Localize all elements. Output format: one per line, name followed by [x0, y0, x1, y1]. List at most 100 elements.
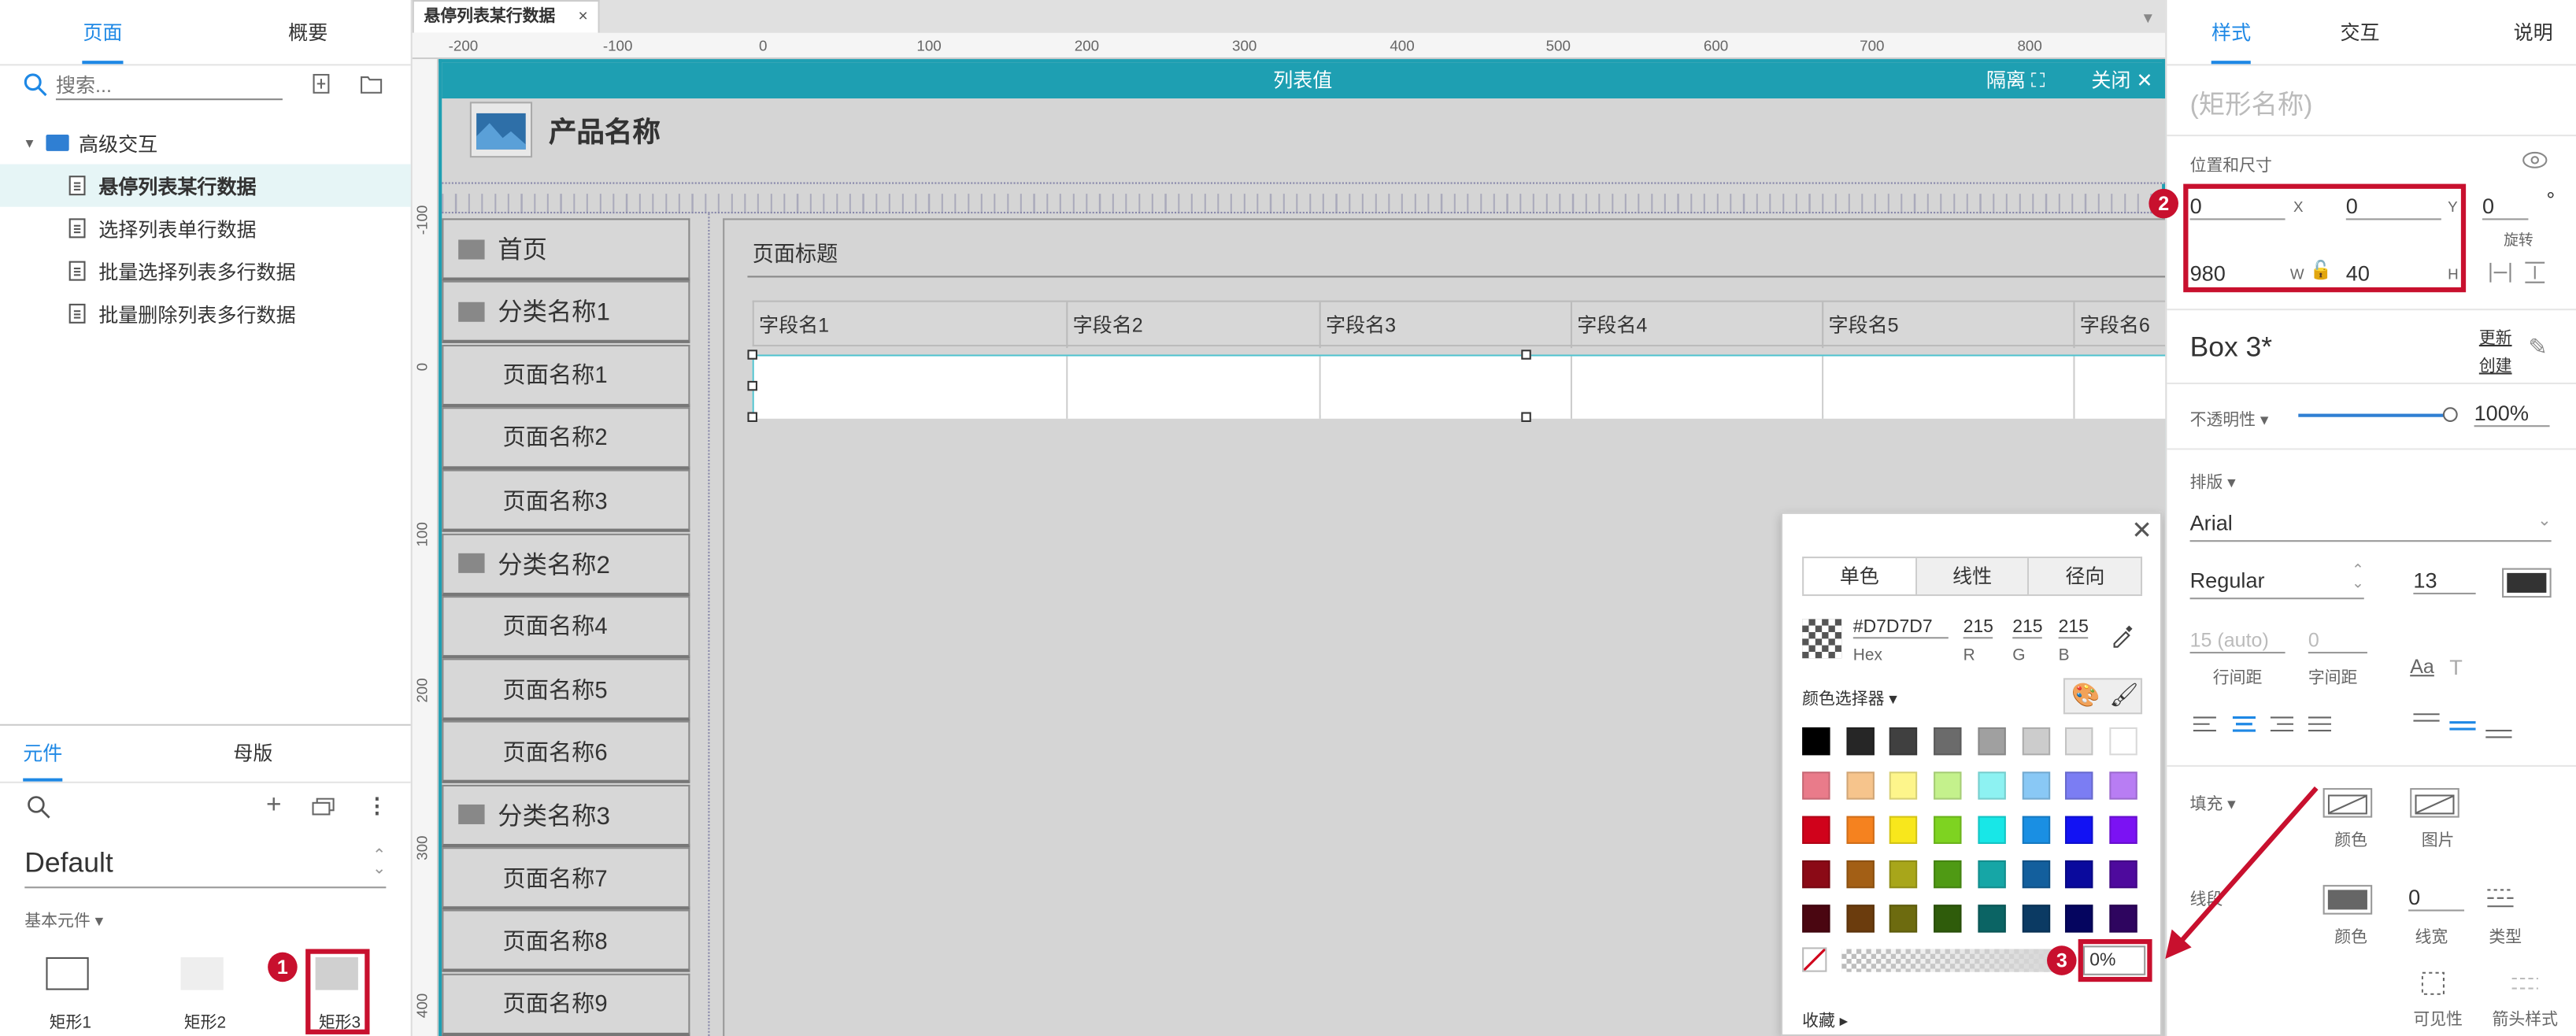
eyedropper-icon[interactable]: [2109, 622, 2135, 648]
color-swatch[interactable]: [2109, 727, 2137, 756]
color-swatch[interactable]: [1802, 860, 1830, 889]
align-justify-icon[interactable]: [2308, 716, 2332, 735]
close-tab-icon[interactable]: ×: [579, 8, 588, 26]
edit-style-icon[interactable]: ✎: [2528, 333, 2547, 361]
g-input[interactable]: 215: [2012, 617, 2043, 639]
widget-search-icon[interactable]: [26, 794, 50, 819]
color-swatch[interactable]: [1934, 771, 1962, 800]
color-swatch[interactable]: [1934, 816, 1962, 844]
column-header[interactable]: 字段名1: [754, 302, 1068, 349]
nav-page-item[interactable]: 页面名称1: [442, 344, 690, 407]
text-style-icon[interactable]: T: [2449, 655, 2463, 679]
tree-page-item[interactable]: 批量选择列表多行数据: [0, 250, 411, 292]
hex-input[interactable]: #D7D7D7: [1852, 617, 1949, 639]
library-select[interactable]: Default ⌃ ⌄: [24, 847, 386, 889]
rotation-input[interactable]: 0: [2482, 194, 2529, 220]
color-swatch[interactable]: [2109, 771, 2137, 800]
color-swatch[interactable]: [1977, 727, 2006, 756]
nav-page-item[interactable]: 页面名称6: [442, 721, 690, 784]
font-family-select[interactable]: Arial ⌄: [2189, 509, 2552, 542]
favorites-section[interactable]: 收藏 ▸: [1802, 1006, 1848, 1031]
border-type-icon[interactable]: [2487, 888, 2514, 908]
add-library-icon[interactable]: +: [266, 791, 281, 821]
fill-color-swatch[interactable]: [2322, 788, 2373, 818]
nav-page-item[interactable]: 页面名称3: [442, 469, 690, 533]
color-swatch[interactable]: [1977, 816, 2006, 844]
color-swatch[interactable]: [1802, 905, 1830, 933]
color-swatch[interactable]: [1845, 727, 1875, 756]
color-selector-dropdown[interactable]: 颜色选择器 ▾: [1802, 685, 1897, 709]
table-row[interactable]: [752, 354, 2169, 419]
color-swatch[interactable]: [1889, 860, 1918, 889]
fill-image-swatch[interactable]: [2410, 788, 2459, 818]
b-input[interactable]: 215: [2058, 617, 2089, 639]
line-height-input[interactable]: 15 (auto): [2189, 629, 2285, 654]
color-swatch[interactable]: [2109, 816, 2137, 844]
color-swatch[interactable]: [2109, 905, 2137, 933]
more-menu-icon[interactable]: ⋮: [366, 793, 387, 819]
color-swatch[interactable]: [1934, 860, 1962, 889]
tree-page-item[interactable]: 选择列表单行数据: [0, 207, 411, 250]
style-name[interactable]: Box 3*: [2190, 331, 2273, 364]
table-cell[interactable]: [2074, 356, 2169, 419]
swatch-book-icon[interactable]: 🖌: [2109, 682, 2138, 709]
tree-folder[interactable]: ▼ 高级交互: [0, 121, 411, 164]
fit-width-icon[interactable]: [2489, 262, 2511, 283]
no-fill-swatch[interactable]: [1802, 947, 1827, 972]
column-header[interactable]: 字段名3: [1321, 302, 1572, 349]
color-swatch[interactable]: [1934, 905, 1962, 933]
valign-bottom-icon[interactable]: [2485, 723, 2512, 742]
table-cell[interactable]: [1823, 356, 2075, 419]
section-basic[interactable]: 基本元件 ▾: [24, 906, 103, 931]
library-copy-icon[interactable]: [312, 797, 335, 816]
color-swatch[interactable]: [2109, 860, 2137, 889]
nav-page-item[interactable]: 页面名称9: [442, 972, 690, 1036]
fill-label[interactable]: 填充 ▾: [2190, 790, 2236, 815]
nav-category-item[interactable]: 分类名称3: [442, 784, 690, 847]
color-swatch[interactable]: [2065, 727, 2093, 756]
nav-page-item[interactable]: 页面名称2: [442, 407, 690, 470]
color-swatch[interactable]: [1802, 816, 1830, 844]
nav-category-item[interactable]: 首页: [442, 218, 690, 281]
update-style-link[interactable]: 更新: [2479, 324, 2512, 348]
valign-top-icon[interactable]: [2413, 712, 2440, 732]
color-swatch[interactable]: [1889, 905, 1918, 933]
color-swatch[interactable]: [2065, 816, 2093, 844]
table-cell[interactable]: [1320, 356, 1572, 419]
text-color-swatch[interactable]: [2502, 568, 2552, 598]
tab-radial[interactable]: 径向: [2029, 558, 2141, 594]
r-input[interactable]: 215: [1963, 617, 1993, 639]
opacity-slider[interactable]: [1841, 949, 2056, 972]
tab-interactions[interactable]: 交互: [2296, 18, 2424, 46]
table-cell[interactable]: [753, 356, 1068, 419]
color-swatch[interactable]: [1934, 727, 1962, 756]
nav-category-item[interactable]: 分类名称1: [442, 281, 690, 344]
tree-page-item[interactable]: 批量删除列表多行数据: [0, 292, 411, 335]
opacity-value[interactable]: 100%: [2474, 401, 2550, 427]
palette-icon[interactable]: 🎨: [2071, 682, 2100, 709]
font-weight-select[interactable]: Regular ⌃ ⌄: [2189, 562, 2364, 600]
color-swatch[interactable]: [2021, 905, 2050, 933]
column-header[interactable]: 字段名5: [1823, 302, 2075, 349]
widget-rect2-thumb[interactable]: [180, 956, 224, 990]
tab-notes[interactable]: 说明: [2424, 18, 2576, 46]
tab-masters[interactable]: 母版: [201, 739, 411, 767]
color-swatch[interactable]: [2021, 816, 2050, 844]
opacity-track[interactable]: [2298, 413, 2450, 417]
color-swatch[interactable]: [1845, 771, 1875, 800]
valign-middle-icon[interactable]: [2449, 717, 2476, 737]
nav-page-item[interactable]: 页面名称5: [442, 658, 690, 721]
picker-mode-toggle[interactable]: 🎨 🖌: [2063, 678, 2143, 715]
add-folder-icon[interactable]: [360, 74, 383, 94]
color-swatch[interactable]: [2065, 860, 2093, 889]
widget-rect1-thumb[interactable]: [46, 956, 89, 990]
nav-category-item[interactable]: 分类名称2: [442, 532, 690, 596]
align-left-icon[interactable]: [2193, 716, 2216, 735]
column-header[interactable]: 字段名6: [2075, 302, 2169, 349]
visibility-icon[interactable]: [2421, 971, 2445, 995]
tree-page-item[interactable]: 悬停列表某行数据: [0, 164, 411, 207]
tab-menu-icon[interactable]: ▼: [2141, 10, 2156, 27]
tab-outline[interactable]: 概要: [205, 18, 411, 46]
font-size-input[interactable]: 13: [2413, 568, 2476, 594]
fit-height-icon[interactable]: [2525, 261, 2545, 284]
